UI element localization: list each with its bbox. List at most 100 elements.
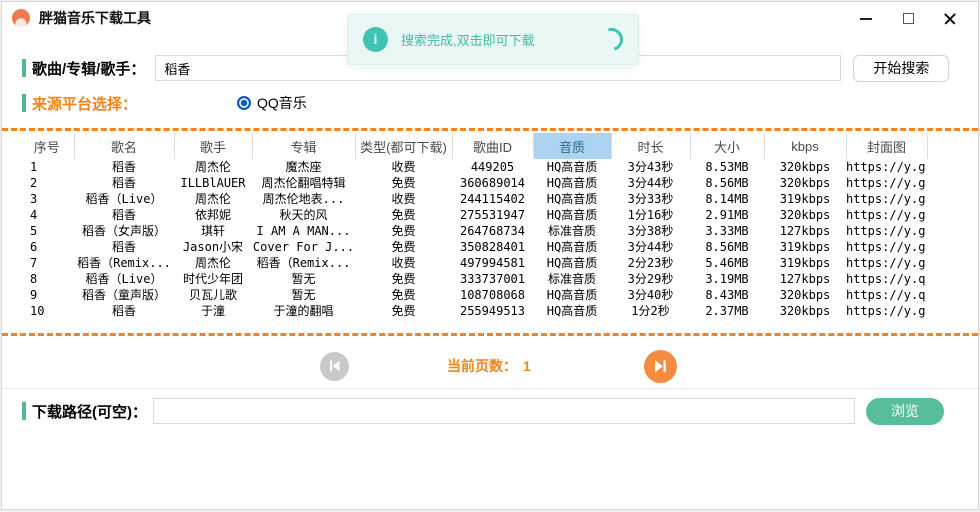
next-page-button[interactable] [644,350,677,383]
table-cell: 免费 [355,175,452,191]
column-header[interactable]: 序号 [20,133,74,159]
minimize-icon[interactable] [860,12,872,24]
table-cell: 免费 [355,239,452,255]
column-header[interactable] [927,133,964,159]
previous-page-button[interactable] [320,352,349,381]
start-search-button[interactable]: 开始搜索 [853,55,949,82]
table-cell: https://y.g... [846,239,927,255]
table-cell: HQ高音质 [533,255,611,271]
table-row[interactable]: 4稻香依邦妮秋天的风免费275531947HQ高音质1分16秒2.91MB320… [20,207,964,223]
table-row[interactable]: 3稻香（Live）周杰伦周杰伦地表...收费244115402HQ高音质3分33… [20,191,964,207]
table-cell: 8.56MB [690,239,764,255]
table-cell: 收费 [355,191,452,207]
column-header[interactable]: 封面图 [846,133,927,159]
table-cell: 稻香 [74,303,174,319]
skip-previous-icon [326,357,344,375]
skip-next-icon [650,356,670,376]
table-cell: 暂无 [252,271,355,287]
table-cell: 3分44秒 [611,175,690,191]
table-cell: 标准音质 [533,271,611,287]
table-cell: 收费 [355,255,452,271]
table-row[interactable]: 6稻香Jason小宋Cover For J...免费350828401HQ高音质… [20,239,964,255]
table-cell: 免费 [355,303,452,319]
label-accent-bar [22,94,26,112]
platform-option-label: QQ音乐 [257,93,307,113]
table-cell: HQ高音质 [533,159,611,175]
table-cell: 收费 [355,159,452,175]
table-cell: 127kbps [764,223,846,239]
table-cell: https://y.g... [846,175,927,191]
page-number: 1 [523,358,531,374]
platform-label: 来源平台选择： [32,93,137,114]
table-cell: 320kbps [764,207,846,223]
table-cell: 免费 [355,207,452,223]
label-accent-bar [22,59,26,77]
table-cell: HQ高音质 [533,191,611,207]
radio-selected-icon[interactable] [237,96,251,110]
table-cell [927,191,964,207]
table-cell: 秋天的风 [252,207,355,223]
table-cell: 255949513 [452,303,533,319]
table-cell: 标准音质 [533,223,611,239]
maximize-icon[interactable] [902,12,914,24]
window-controls [860,12,968,24]
column-header[interactable]: kbps [764,133,846,159]
column-header[interactable]: 歌手 [174,133,252,159]
info-icon [363,27,388,52]
table-cell: HQ高音质 [533,239,611,255]
table-cell: https://y.g... [846,191,927,207]
column-header[interactable]: 大小 [690,133,764,159]
column-header[interactable]: 歌曲ID [452,133,533,159]
table-cell: I AM A MAN... [252,223,355,239]
table-cell: Jason小宋 [174,239,252,255]
table-cell: https://y.g... [846,207,927,223]
column-header[interactable]: 歌名 [74,133,174,159]
page-label-text: 当前页数： [447,358,517,374]
table-cell: ILLBlAUER [174,175,252,191]
table-cell: 497994581 [452,255,533,271]
table-cell: 3分44秒 [611,239,690,255]
table-cell: 8.14MB [690,191,764,207]
table-cell [927,175,964,191]
platform-radio-qq-music[interactable]: QQ音乐 [237,93,307,113]
browse-button[interactable]: 浏览 [866,398,944,425]
table-cell: 8.43MB [690,287,764,303]
table-cell: 264768734 [452,223,533,239]
table-row[interactable]: 5稻香（女声版）琪轩I AM A MAN...免费264768734标准音质3分… [20,223,964,239]
table-row[interactable]: 7稻香（Remix...周杰伦稻香（Remix...收费497994581HQ高… [20,255,964,271]
table-cell [927,223,964,239]
close-icon[interactable] [944,12,956,24]
table-cell: 8.53MB [690,159,764,175]
column-header[interactable]: 专辑 [252,133,355,159]
column-header[interactable]: 类型(都可下载) [355,133,452,159]
table-cell: 3分33秒 [611,191,690,207]
table-cell: 5 [20,223,74,239]
table-row[interactable]: 10稻香于潼于潼的翻唱免费255949513HQ高音质1分2秒2.37MB320… [20,303,964,319]
table-cell: 稻香（Remix... [74,255,174,271]
download-row: 下载路径(可空)： 浏览 [22,397,960,425]
dashed-divider-top [2,128,978,131]
table-cell: https://y.g... [846,303,927,319]
dashed-divider-bottom [2,333,978,336]
divider [2,388,978,389]
table-row[interactable]: 9稻香（童声版）贝瓦儿歌暂无免费108708068HQ高音质3分40秒8.43M… [20,287,964,303]
table-row[interactable]: 2稻香ILLBlAUER周杰伦翻唱特辑免费360689014HQ高音质3分44秒… [20,175,964,191]
table-row[interactable]: 8稻香（Live）时代少年团暂无免费333737001标准音质3分29秒3.19… [20,271,964,287]
table-cell: 6 [20,239,74,255]
table-cell [927,207,964,223]
column-header[interactable]: 时长 [611,133,690,159]
table-cell: 周杰伦地表... [252,191,355,207]
table-cell: 周杰伦 [174,255,252,271]
table-cell: 127kbps [764,271,846,287]
table-cell: 贝瓦儿歌 [174,287,252,303]
download-path-input[interactable] [153,398,855,424]
table-row[interactable]: 1稻香周杰伦魔杰座收费449205HQ高音质3分43秒8.53MB320kbps… [20,159,964,175]
table-cell: 于潼的翻唱 [252,303,355,319]
table-cell: 449205 [452,159,533,175]
table-cell: 320kbps [764,175,846,191]
table-cell: 于潼 [174,303,252,319]
table-cell: 319kbps [764,191,846,207]
table-cell: 320kbps [764,159,846,175]
table-cell: 3 [20,191,74,207]
column-header[interactable]: 音质 [533,133,611,159]
